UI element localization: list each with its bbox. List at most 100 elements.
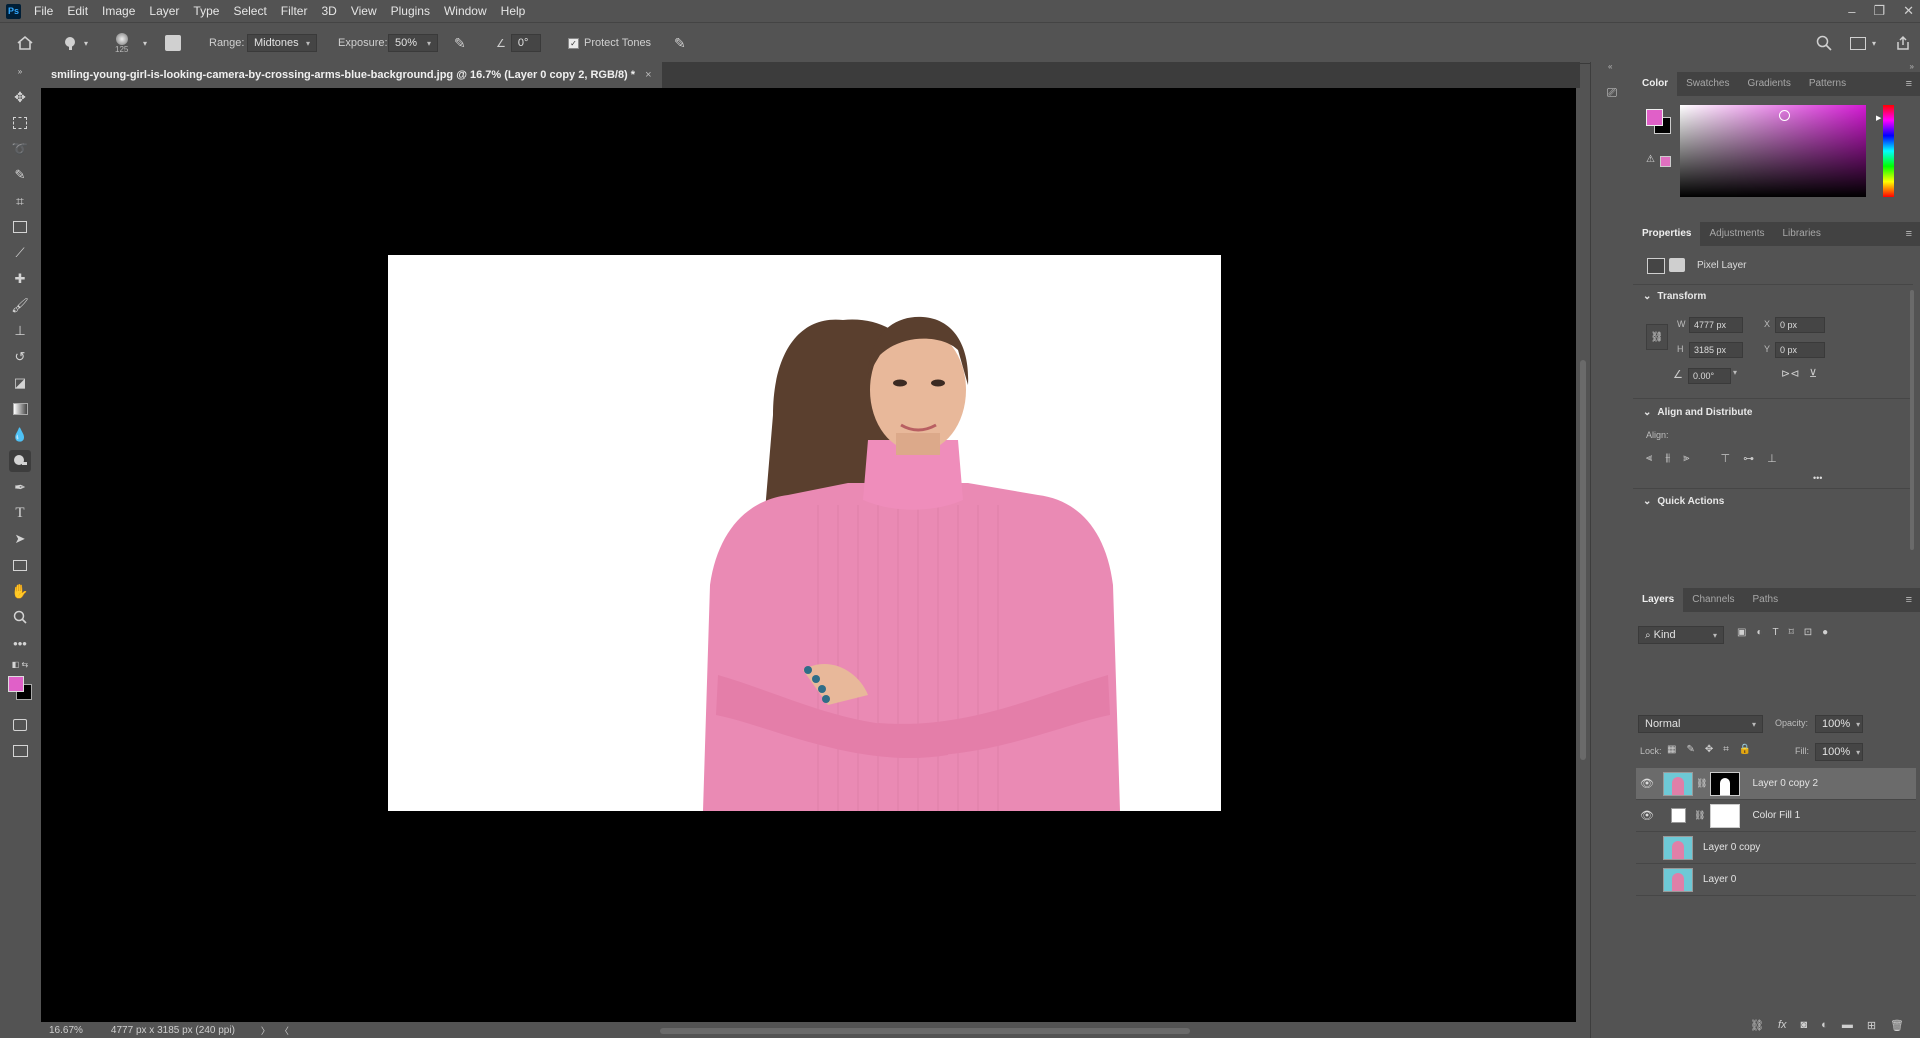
eraser-tool-icon[interactable]: ◪ [9,372,31,394]
brush-settings-button[interactable] [165,23,181,63]
quick-selection-tool-icon[interactable]: ✎ [9,164,31,186]
frame-tool-icon[interactable] [9,216,31,238]
tab-patterns[interactable]: Patterns [1800,72,1855,96]
collapse-panels-icon[interactable]: « [1608,62,1612,71]
quick-mask-icon[interactable] [9,714,31,736]
gamut-warning-icon[interactable]: ⚠ [1646,154,1655,165]
tab-color[interactable]: Color [1633,72,1678,96]
filter-type-icon[interactable]: T [1773,627,1779,638]
restore-icon[interactable]: ❐ [1873,3,1885,19]
zoom-level[interactable]: 16.67% [41,1025,91,1036]
vertical-scroll-thumb[interactable] [1580,360,1586,760]
collapse-toolbar-icon[interactable]: » [9,66,31,76]
x-field[interactable]: 0 px [1775,317,1825,333]
close-tab-icon[interactable]: × [645,69,651,81]
home-button[interactable] [16,23,34,63]
more-options-icon[interactable]: ••• [1813,473,1822,483]
menu-help[interactable]: Help [494,0,533,22]
tab-layers[interactable]: Layers [1633,588,1684,612]
zoom-tool-icon[interactable] [9,606,31,628]
pen-tool-icon[interactable]: ✒ [9,476,31,498]
menu-image[interactable]: Image [95,0,142,22]
path-selection-tool-icon[interactable]: ➤ [9,528,31,550]
lock-all-icon[interactable]: 🔒 [1739,744,1751,755]
tab-libraries[interactable]: Libraries [1774,222,1830,246]
default-colors-icon[interactable]: ◧ ⇆ [9,658,31,670]
menu-select[interactable]: Select [226,0,273,22]
tab-adjustments[interactable]: Adjustments [1700,222,1773,246]
filter-pixel-icon[interactable]: ▣ [1737,627,1746,638]
opacity-field[interactable]: 100% ▾ [1815,715,1863,733]
hand-tool-icon[interactable]: ✋ [9,580,31,602]
panel-menu-icon[interactable]: ≡ [1906,78,1912,90]
mask-link-icon[interactable]: ⛓ [1694,810,1705,821]
screen-mode-icon[interactable] [9,740,31,762]
align-horizontal-centers-icon[interactable]: ⫵ [1665,452,1670,465]
chevron-down-icon[interactable]: ▾ [143,39,147,48]
healing-brush-tool-icon[interactable]: ✚ [9,268,31,290]
gamut-color-chip[interactable] [1660,156,1671,167]
color-picker-ring-icon[interactable] [1779,110,1790,121]
lock-image-pixels-icon[interactable]: ✎ [1686,744,1694,755]
foreground-color-swatch[interactable] [8,676,24,692]
width-field[interactable]: 4777 px [1689,317,1743,333]
menu-file[interactable]: File [27,0,60,22]
share-button[interactable] [1895,23,1911,63]
layer-row[interactable]: 👁 ⛓ Layer 0 copy 2 [1636,768,1916,800]
menu-3d[interactable]: 3D [314,0,343,22]
protect-tones-checkbox[interactable]: ✓ Protect Tones [568,23,651,63]
fill-color-thumbnail[interactable] [1671,808,1686,823]
align-left-edges-icon[interactable]: ⫷ [1646,452,1652,465]
align-section-header[interactable]: ⌄ Align and Distribute [1643,407,1752,418]
flip-vertical-icon[interactable]: ⊻ [1809,367,1817,380]
mask-link-icon[interactable]: ⛓ [1696,778,1707,789]
new-layer-icon[interactable]: ⊞ [1867,1019,1876,1032]
align-vertical-centers-icon[interactable]: ⊶ [1743,452,1754,465]
lock-position-icon[interactable]: ✥ [1705,744,1713,755]
history-brush-tool-icon[interactable]: ↺ [9,346,31,368]
transform-section-header[interactable]: ⌄ Transform [1643,291,1706,302]
rectangle-tool-icon[interactable] [9,554,31,576]
align-right-edges-icon[interactable]: ⫸ [1683,452,1689,465]
delete-layer-icon[interactable]: 🗑 [1890,1019,1904,1032]
more-tools-icon[interactable]: ••• [9,632,31,654]
workspace-button[interactable]: ▾ [1850,23,1876,63]
marquee-tool-icon[interactable] [9,112,31,134]
flip-horizontal-icon[interactable]: ⊳⊲ [1781,367,1799,380]
document-image[interactable] [388,255,1221,811]
eyedropper-tool-icon[interactable]: ⟋ [9,242,31,264]
color-swatches[interactable] [6,674,34,702]
menu-layer[interactable]: Layer [142,0,186,22]
search-button[interactable] [1816,23,1832,63]
link-layers-icon[interactable]: ⛓ [1750,1019,1764,1032]
y-field[interactable]: 0 px [1775,342,1825,358]
filter-shape-icon[interactable]: ⌑ [1789,627,1794,638]
add-mask-icon[interactable]: ◙ [1801,1019,1808,1031]
filter-smart-object-icon[interactable]: ⊡ [1804,627,1812,638]
status-arrow-icon[interactable]: 〉 [255,1024,276,1037]
link-dimensions-icon[interactable]: ⛓ [1646,324,1668,350]
tab-channels[interactable]: Channels [1683,588,1743,612]
close-window-icon[interactable]: ✕ [1903,3,1914,19]
hue-slider-marker-icon[interactable]: ▶ [1876,114,1881,122]
move-tool-icon[interactable]: ✥ [9,86,31,108]
airbrush-button[interactable]: ✎ [454,23,466,63]
brush-preset-picker[interactable]: 125 [115,23,128,63]
filter-adjustment-icon[interactable]: ◐ [1756,627,1762,638]
brush-tool-icon[interactable]: 🖌 [9,294,31,316]
align-top-edges-icon[interactable]: ⊤ [1721,452,1731,465]
menu-plugins[interactable]: Plugins [384,0,437,22]
height-field[interactable]: 3185 px [1689,342,1743,358]
tool-preset-picker[interactable]: ▾ [62,23,88,63]
history-panel-icon[interactable]: ⎚ [1603,84,1621,102]
menu-view[interactable]: View [344,0,384,22]
menu-window[interactable]: Window [437,0,494,22]
menu-edit[interactable]: Edit [60,0,95,22]
document-tab[interactable]: smiling-young-girl-is-looking-camera-by-… [41,62,662,88]
pressure-button[interactable]: ✎ [674,23,686,63]
layer-row[interactable]: 👁 ⛓ Color Fill 1 [1636,800,1916,832]
lasso-tool-icon[interactable]: ➰ [9,138,31,160]
align-bottom-edges-icon[interactable]: ⊥ [1767,452,1777,465]
tab-paths[interactable]: Paths [1744,588,1788,612]
foreground-color-chip[interactable] [1646,109,1663,126]
